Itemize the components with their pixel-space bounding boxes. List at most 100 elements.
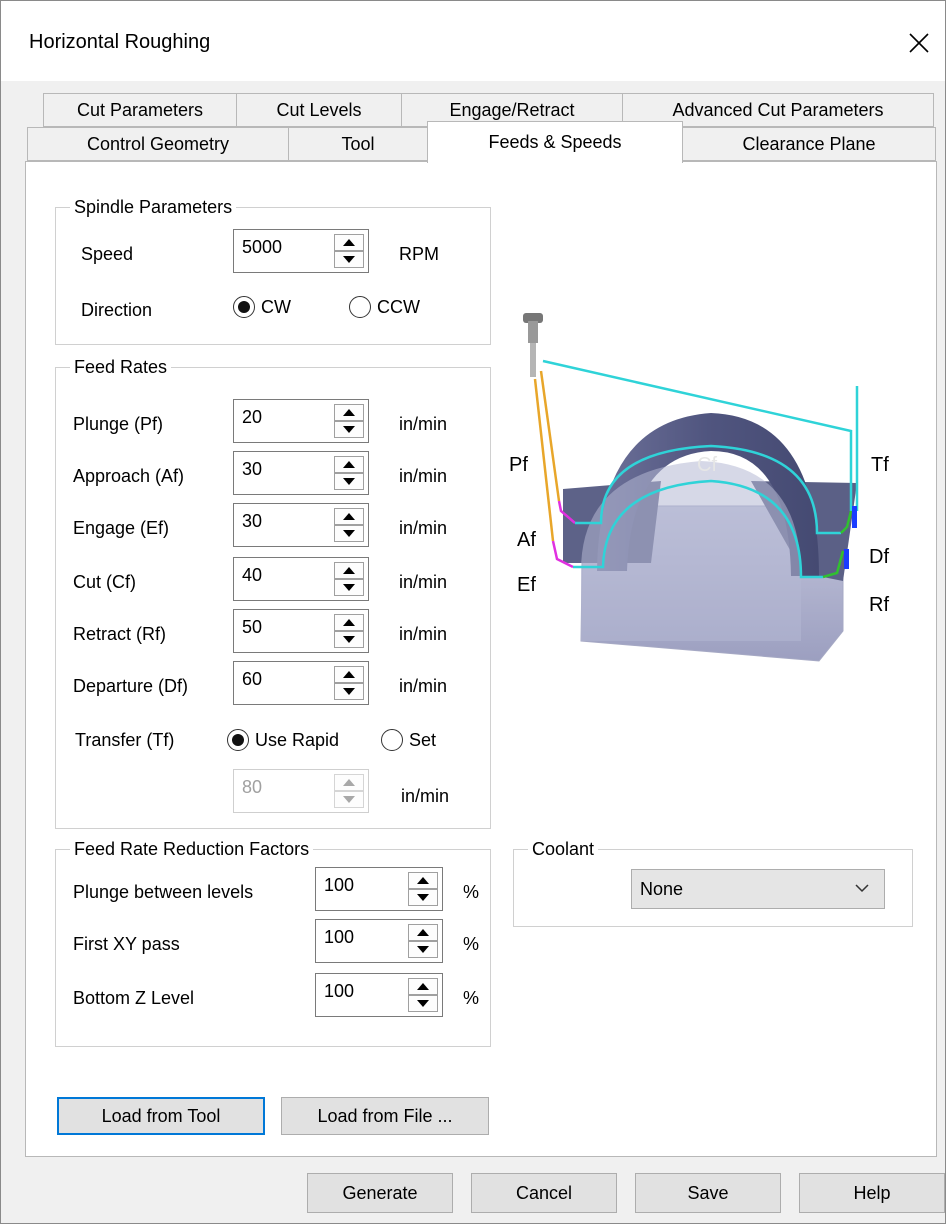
chevron-down-icon [855,884,869,893]
percent-unit: % [463,934,480,954]
first-xy-pass-value: 100 [324,927,355,947]
cut-label: Cut (Cf) [73,572,136,592]
close-button[interactable] [895,19,943,67]
spindle-parameters-group: Spindle Parameters [55,196,491,345]
retract-value: 50 [242,617,263,637]
up-arrow-icon[interactable] [334,508,364,525]
engage-stepper[interactable]: 30 [233,503,369,547]
first-xy-pass-label: First XY pass [73,934,180,954]
transfer-rate-unit: in/min [401,786,450,806]
engage-unit: in/min [399,518,448,538]
down-arrow-icon[interactable] [334,473,364,490]
speed-stepper[interactable]: 5000 [233,229,369,273]
up-arrow-icon[interactable] [408,872,438,889]
plunge-value: 20 [242,407,263,427]
generate-button[interactable]: Generate [307,1173,453,1213]
cancel-button[interactable]: Cancel [471,1173,617,1213]
speed-unit: RPM [399,244,439,264]
first-xy-pass-stepper[interactable]: 100 [315,919,443,963]
ef-label: Ef [517,574,536,596]
tab-cut-parameters[interactable]: Cut Parameters [43,93,237,127]
departure-label: Departure (Df) [73,676,189,696]
tab-feeds-speeds[interactable]: Feeds & Speeds [427,121,683,163]
bottom-z-level-stepper[interactable]: 100 [315,973,443,1017]
load-from-tool-button[interactable]: Load from Tool [57,1097,265,1135]
radio-checked-icon [227,729,249,751]
tab-tool[interactable]: Tool [288,127,428,161]
down-arrow-icon[interactable] [408,941,438,958]
down-arrow-icon[interactable] [408,995,438,1012]
up-arrow-icon[interactable] [334,562,364,579]
ccw-label: CCW [377,296,420,317]
cut-unit: in/min [399,572,448,592]
speed-label: Speed [81,244,134,264]
tab-clearance-plane[interactable]: Clearance Plane [682,127,936,161]
radio-checked-icon [233,296,255,318]
cut-value: 40 [242,565,263,585]
up-arrow-icon[interactable] [334,614,364,631]
radio-unchecked-icon [349,296,371,318]
set-label: Set [409,729,437,750]
transfer-label: Transfer (Tf) [75,730,175,750]
speed-value: 5000 [242,237,283,257]
down-arrow-icon [334,791,364,808]
approach-label: Approach (Af) [73,466,185,486]
approach-stepper[interactable]: 30 [233,451,369,495]
down-arrow-icon[interactable] [334,525,364,542]
tab-control-geometry[interactable]: Control Geometry [27,127,289,161]
tf-label: Tf [871,454,889,476]
plunge-path-2 [533,378,555,542]
departure-stepper[interactable]: 60 [233,661,369,705]
rapid-marker-2 [844,549,849,569]
rf-label: Rf [869,594,889,616]
up-arrow-icon[interactable] [334,666,364,683]
approach-value: 30 [242,459,263,479]
bottom-z-level-value: 100 [324,981,355,1001]
radio-unchecked-icon [381,729,403,751]
spindle-parameters-title: Spindle Parameters [70,196,237,218]
coolant-selected-value: None [640,878,684,899]
panel-border [682,161,937,162]
load-from-file-button[interactable]: Load from File ... [281,1097,489,1135]
plunge-label: Plunge (Pf) [73,414,164,434]
direction-ccw-radio[interactable]: CCW [349,296,420,318]
speed-down-arrow-icon[interactable] [334,251,364,268]
plunge-stepper[interactable]: 20 [233,399,369,443]
transfer-set-radio[interactable]: Set [381,729,436,751]
coolant-select[interactable]: None [631,869,885,909]
tool-icon [523,313,543,377]
cf-label: Cf [697,454,717,476]
up-arrow-icon[interactable] [334,404,364,421]
percent-unit: % [463,882,480,902]
down-arrow-icon[interactable] [334,421,364,438]
down-arrow-icon[interactable] [334,579,364,596]
save-button[interactable]: Save [635,1173,781,1213]
plunge-path [539,370,561,502]
tab-cut-levels[interactable]: Cut Levels [236,93,402,127]
plunge-between-levels-stepper[interactable]: 100 [315,867,443,911]
help-button[interactable]: Help [799,1173,945,1213]
rapid-marker [852,506,857,528]
pf-label: Pf [509,454,528,476]
cut-stepper[interactable]: 40 [233,557,369,601]
retract-stepper[interactable]: 50 [233,609,369,653]
horizontal-roughing-dialog: Horizontal Roughing Cut Parameters Cut L… [0,0,946,1224]
transfer-use-rapid-radio[interactable]: Use Rapid [227,729,339,751]
down-arrow-icon[interactable] [334,683,364,700]
direction-cw-radio[interactable]: CW [233,296,291,318]
transfer-rate-value: 80 [242,777,263,797]
down-arrow-icon[interactable] [334,631,364,648]
departure-unit: in/min [399,676,448,696]
retract-label: Retract (Rf) [73,624,167,644]
percent-unit: % [463,988,480,1008]
df-label: Df [869,546,889,568]
speed-up-arrow-icon[interactable] [334,234,364,251]
feed-rates-title: Feed Rates [70,356,172,378]
direction-label: Direction [81,300,153,320]
up-arrow-icon [334,774,364,791]
down-arrow-icon[interactable] [408,889,438,906]
up-arrow-icon[interactable] [408,924,438,941]
up-arrow-icon[interactable] [408,978,438,995]
approach-unit: in/min [399,466,448,486]
up-arrow-icon[interactable] [334,456,364,473]
